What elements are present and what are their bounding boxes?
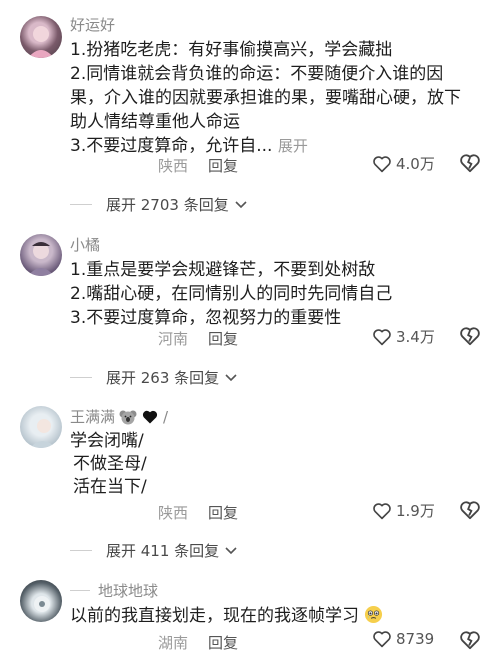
expand-replies-button[interactable]: 展开 411 条回复 <box>70 540 237 561</box>
avatar-image <box>28 26 54 58</box>
heart-outline-icon <box>372 630 392 648</box>
divider-dash <box>70 377 92 378</box>
comment-text: 1.重点是要学会规避锋芒，不要到处树敌 2.嘴甜心硬，在同情别人的同时先同情自己… <box>70 258 482 330</box>
comment-text: 以前的我直接划走，现在的我逐帧学习 <box>70 604 482 628</box>
broken-heart-icon[interactable] <box>459 153 481 173</box>
chevron-down-icon <box>235 200 247 209</box>
comment-item: 好运好 1.扮猪吃老虎：有好事偷摸高兴，学会藏拙 2.同情谁就会背负谁的命运：不… <box>0 0 500 225</box>
avatar-image <box>34 596 50 612</box>
like-count: 8739 <box>396 630 435 648</box>
comment-line: 2.嘴甜心硬，在同情别人的同时先同情自己 <box>70 284 393 304</box>
comment-text: 1.扮猪吃老虎：有好事偷摸高兴，学会藏拙 2.同情谁就会背负谁的命运：不要随便介… <box>70 38 482 158</box>
divider-dash <box>70 204 92 205</box>
comment-item: 王满满 / 学会闭嘴/ 不做圣母/ 活在当下/ 陕西 回复 1.9万 展开 41… <box>0 396 500 566</box>
heart-outline-icon <box>372 502 392 520</box>
expand-replies-button[interactable]: 展开 2703 条回复 <box>70 194 247 215</box>
avatar-image <box>30 419 56 448</box>
broken-heart-icon[interactable] <box>459 500 481 520</box>
like-count: 3.4万 <box>396 328 435 346</box>
avatar[interactable] <box>20 234 62 276</box>
location-label: 陕西 <box>158 504 189 522</box>
expand-replies-label: 展开 2703 条回复 <box>106 196 229 214</box>
username[interactable]: 小橘 <box>70 234 100 255</box>
heart-outline-icon <box>372 328 392 346</box>
avatar[interactable] <box>20 406 62 448</box>
comment-item: 地球地球 以前的我直接划走，现在的我逐帧学习 湖南 回复 8739 <box>0 572 500 655</box>
comment-line-text: 3.不要过度算命，允许自... <box>70 136 273 156</box>
comment-line: 助人情结尊重他人命运 <box>70 112 240 132</box>
avatar[interactable] <box>20 16 62 58</box>
comment-line: 果，介入谁的因就要承担谁的果，要嘴甜心硬，放下 <box>70 88 461 108</box>
divider-dash <box>70 550 92 551</box>
broken-heart-icon[interactable] <box>459 326 481 346</box>
comment-item: 小橘 1.重点是要学会规避锋芒，不要到处树敌 2.嘴甜心硬，在同情别人的同时先同… <box>0 228 500 393</box>
broken-heart-icon[interactable] <box>459 630 481 650</box>
location-label: 河南 <box>158 330 189 348</box>
comment-line: 1.扮猪吃老虎：有好事偷摸高兴，学会藏拙 <box>70 40 393 60</box>
username-text: 王满满 <box>70 408 116 426</box>
koala-emoji-icon <box>119 408 137 426</box>
like-count: 1.9万 <box>396 502 435 520</box>
reply-button[interactable]: 回复 <box>208 632 238 653</box>
comment-line-text: 以前的我直接划走，现在的我逐帧学习 <box>70 606 359 626</box>
username[interactable]: 好运好 <box>70 14 115 35</box>
like-button[interactable]: 8739 <box>372 630 434 648</box>
like-count: 4.0万 <box>396 155 435 173</box>
comment-line: 以前的我直接划走，现在的我逐帧学习 <box>70 604 482 628</box>
username-suffix: / <box>163 407 169 426</box>
reply-button[interactable]: 回复 <box>208 155 238 176</box>
location-label: 陕西 <box>158 157 189 175</box>
expand-replies-label: 展开 263 条回复 <box>106 369 220 387</box>
like-button[interactable]: 4.0万 <box>372 153 435 174</box>
chevron-down-icon <box>225 546 237 555</box>
black-heart-emoji-icon <box>141 409 159 425</box>
like-button[interactable]: 1.9万 <box>372 500 435 521</box>
comment-text: 学会闭嘴/ 不做圣母/ 活在当下/ <box>70 430 482 499</box>
username[interactable]: 地球地球 <box>70 580 158 601</box>
expand-text-button[interactable]: 展开 <box>278 137 308 155</box>
like-button[interactable]: 3.4万 <box>372 326 435 347</box>
location-label: 湖南 <box>158 634 189 652</box>
comment-line: 学会闭嘴/ <box>70 431 144 451</box>
avatar[interactable] <box>20 580 62 622</box>
comment-line: 1.重点是要学会规避锋芒，不要到处树敌 <box>70 260 376 280</box>
expand-replies-label: 展开 411 条回复 <box>106 542 220 560</box>
comment-line: 活在当下/ <box>73 477 147 497</box>
username-text: 地球地球 <box>98 582 159 600</box>
reply-button[interactable]: 回复 <box>208 502 238 523</box>
heart-outline-icon <box>372 155 392 173</box>
avatar-image <box>28 242 54 276</box>
comment-line: 不做圣母/ <box>73 454 147 474</box>
reply-button[interactable]: 回复 <box>208 328 238 349</box>
chevron-down-icon <box>225 373 237 382</box>
username[interactable]: 王满满 / <box>70 406 168 427</box>
expand-replies-button[interactable]: 展开 263 条回复 <box>70 367 237 388</box>
comment-line: 2.同情谁就会背负谁的命运：不要随便介入谁的因 <box>70 64 444 84</box>
teary-face-emoji-icon <box>364 605 383 624</box>
username-decoration <box>70 590 90 591</box>
